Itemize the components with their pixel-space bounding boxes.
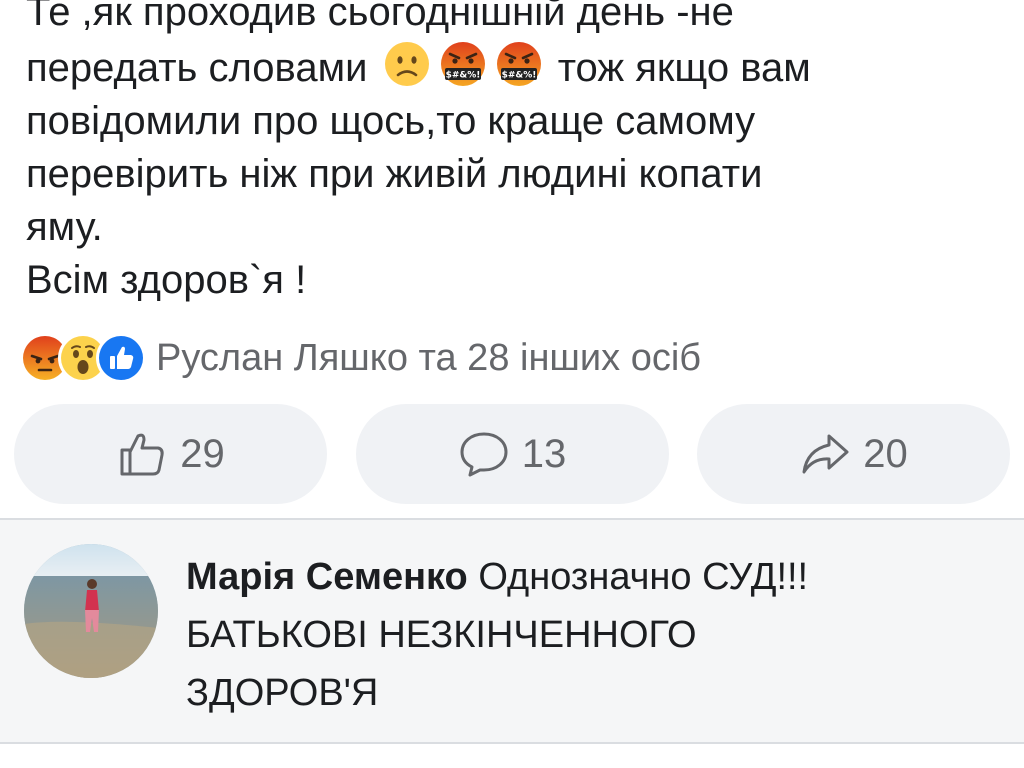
divider (0, 742, 1024, 744)
symbols-text: $#&%! (501, 71, 536, 81)
face-with-symbols-on-mouth-icon: $#&%! (438, 39, 488, 89)
post-line-5: яму. (26, 205, 103, 249)
face-with-symbols-on-mouth-icon: $#&%! (494, 39, 544, 89)
post-line-2-end: тож якщо вам (557, 46, 811, 90)
like-count: 29 (180, 431, 225, 476)
reaction-icons (20, 333, 146, 383)
post-line-2-start: передать словами (26, 46, 368, 90)
comment-icon (460, 432, 508, 477)
like-reaction-icon (96, 333, 146, 383)
avatar[interactable] (24, 544, 158, 678)
symbols-text: $#&%! (445, 71, 480, 81)
slightly-frowning-face-icon (382, 39, 432, 89)
share-icon (802, 434, 849, 474)
post-line-4: перевірить ніж при живій людині копати (26, 152, 763, 196)
comment-button[interactable]: 13 (355, 404, 669, 504)
post-line-6: Всім здоров`я ! (26, 258, 307, 302)
comment-text-3: ЗДОРОВ'Я (186, 672, 379, 714)
reactions-summary-text: Руслан Ляшко та 28 інших осіб (156, 336, 702, 379)
reactions-summary[interactable]: Руслан Ляшко та 28 інших осіб (20, 330, 701, 386)
post-text: Те ,як проходив сьогоднішній день -не пе… (26, 0, 1006, 307)
post-line-3: повідомили про щось,то краще самому (26, 99, 756, 143)
comment-count: 13 (521, 431, 567, 476)
like-button[interactable]: 29 (14, 404, 327, 504)
comment-author[interactable]: Марія Семенко (186, 556, 468, 598)
comment: Марія Семенко Однозначно СУД!!! БАТЬКОВІ… (0, 520, 1024, 742)
post-line-1: Те ,як проходив сьогоднішній день -не (26, 0, 734, 34)
comment-text-1: Однозначно СУД!!! (478, 556, 809, 598)
comment-body: Марія Семенко Однозначно СУД!!! БАТЬКОВІ… (186, 548, 1006, 722)
post-line-2: передать словами $#&%! $#&%! тож якщо ва… (26, 39, 1006, 95)
comment-line-1: Марія Семенко Однозначно СУД!!! (186, 548, 1006, 606)
action-buttons: 29 13 20 (14, 404, 1010, 504)
comment-text-2: БАТЬКОВІ НЕЗКІНЧЕННОГО (186, 614, 697, 656)
thumbs-up-icon (120, 433, 164, 476)
share-button[interactable]: 20 (697, 404, 1010, 504)
share-count: 20 (863, 431, 908, 476)
